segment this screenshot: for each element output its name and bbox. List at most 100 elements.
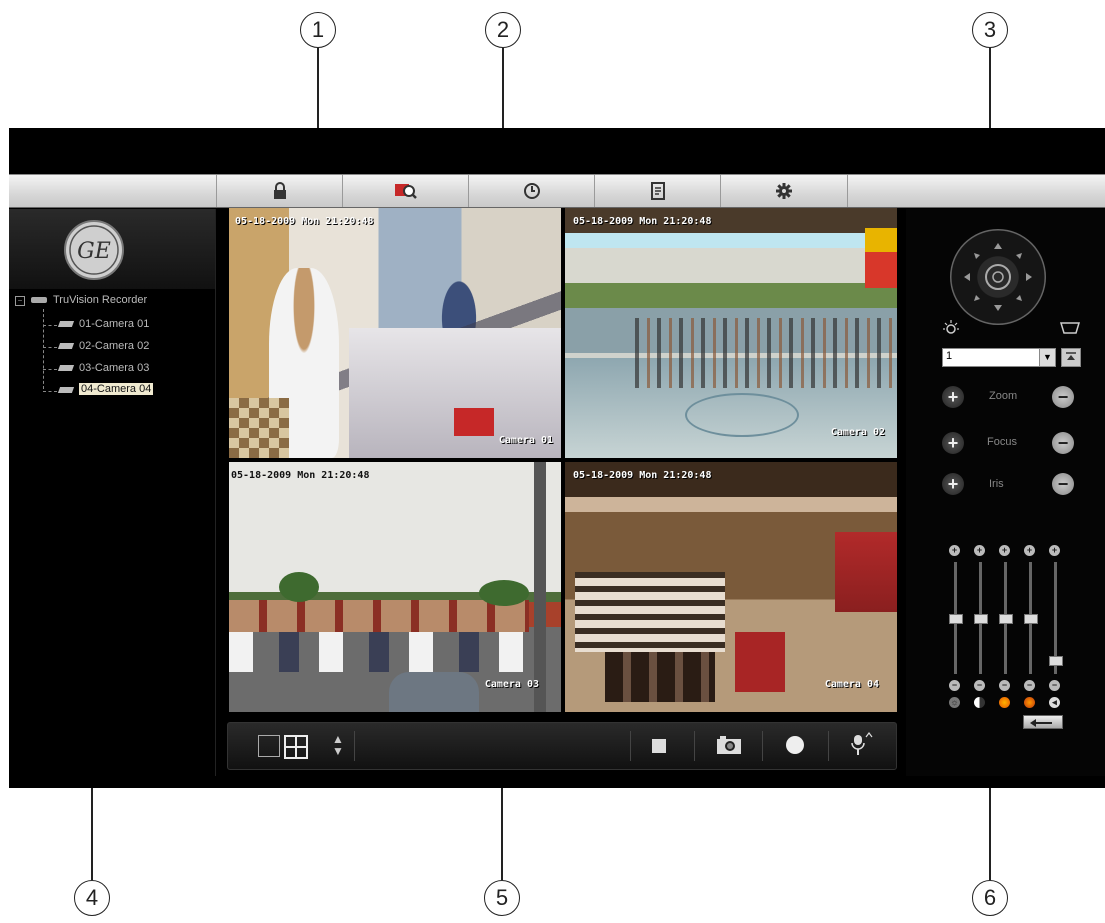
- light-icon[interactable]: [942, 319, 960, 337]
- collapse-icon[interactable]: −: [15, 296, 25, 306]
- divider: [354, 731, 355, 761]
- sort-arrows-icon[interactable]: ▲ ▼: [332, 733, 344, 757]
- floor-circle: [685, 393, 799, 437]
- shelves: [575, 572, 725, 652]
- camera-label-selected: 04-Camera 04: [79, 383, 154, 395]
- chevron-down-icon[interactable]: ▼: [1039, 349, 1055, 366]
- divider: [630, 731, 631, 761]
- slider-1-minus[interactable]: −: [949, 680, 960, 691]
- hue-icon: [1024, 697, 1035, 708]
- schedule-button[interactable]: [468, 175, 595, 207]
- camera-icon: [717, 736, 741, 754]
- slider-1-plus[interactable]: +: [949, 545, 960, 556]
- camera-label: 02-Camera 02: [79, 340, 150, 352]
- zoom-label: Zoom: [989, 390, 1018, 402]
- ptz-direction-pad[interactable]: [950, 229, 1046, 325]
- slider-5-plus[interactable]: +: [1049, 545, 1060, 556]
- tree-branch: [43, 347, 57, 348]
- car-foreground: [389, 672, 479, 712]
- wiper-icon[interactable]: [1060, 321, 1080, 335]
- callout-4: 4: [74, 880, 110, 916]
- slider-4-minus[interactable]: −: [1024, 680, 1035, 691]
- timestamp: 05-18-2009 Mon 21:20:48: [573, 216, 712, 227]
- main-toolbar: [9, 174, 1105, 208]
- slider-3-thumb[interactable]: [999, 614, 1013, 624]
- timestamp: 05-18-2009 Mon 21:20:48: [235, 216, 374, 227]
- ge-logo: GE: [64, 220, 124, 280]
- lock-icon: [274, 182, 286, 199]
- focus-label: Focus: [987, 436, 1017, 448]
- signage: [865, 228, 897, 288]
- camera-tree-panel: GE − TruVision Recorder 01-Camera 01 02-…: [9, 209, 216, 776]
- contrast-icon: [974, 697, 985, 708]
- tree-root-node[interactable]: − TruVision Recorder: [15, 294, 205, 310]
- lock-button[interactable]: [216, 175, 343, 207]
- divider: [828, 731, 829, 761]
- video-tile-camera-4[interactable]: 05-18-2009 Mon 21:20:48 Camera 04: [565, 462, 897, 712]
- red-display: [835, 532, 897, 612]
- record-button[interactable]: [786, 736, 804, 754]
- back-button[interactable]: [1023, 715, 1063, 729]
- tree-item-camera-3[interactable]: 03-Camera 03: [43, 361, 203, 377]
- slider-2-minus[interactable]: −: [974, 680, 985, 691]
- search-playback-button[interactable]: [342, 175, 469, 207]
- slider-4-plus[interactable]: +: [1024, 545, 1035, 556]
- callout-6: 6: [972, 880, 1008, 916]
- brightness-icon: ☼: [949, 697, 960, 708]
- goto-preset-button[interactable]: [1061, 348, 1081, 367]
- pole: [534, 462, 546, 712]
- camera-icon: [57, 321, 75, 327]
- settings-button[interactable]: [720, 175, 848, 207]
- camera-label: 03-Camera 03: [79, 362, 150, 374]
- store-facade: [229, 600, 529, 632]
- tree-branch: [43, 325, 57, 326]
- zoom-out-button[interactable]: −: [1052, 386, 1074, 408]
- timestamp: 05-18-2009 Mon 21:20:48: [231, 470, 370, 481]
- quad-view-button[interactable]: [284, 735, 308, 759]
- cars: [229, 632, 529, 672]
- log-button[interactable]: [594, 175, 721, 207]
- slider-4-thumb[interactable]: [1024, 614, 1038, 624]
- floor-checker: [229, 398, 289, 458]
- focus-far-button[interactable]: −: [1052, 432, 1074, 454]
- video-tile-camera-1[interactable]: 05-18-2009 Mon 21:20:48 Camera 01: [229, 208, 561, 458]
- tree-branch: [43, 391, 57, 392]
- iris-close-button[interactable]: −: [1052, 473, 1074, 495]
- camera-label: Camera 01: [498, 435, 553, 446]
- camera-label: 01-Camera 01: [79, 318, 150, 330]
- recorder-app-window: GE − TruVision Recorder 01-Camera 01 02-…: [9, 128, 1105, 788]
- slider-5-thumb[interactable]: [1049, 655, 1063, 666]
- timestamp: 05-18-2009 Mon 21:20:48: [573, 470, 712, 481]
- focus-near-button[interactable]: +: [942, 432, 964, 454]
- video-tile-camera-3[interactable]: 05-18-2009 Mon 21:20:48 Camera 03: [229, 462, 561, 712]
- iris-open-button[interactable]: +: [942, 473, 964, 495]
- slider-1-thumb[interactable]: [949, 614, 963, 624]
- divider: [762, 731, 763, 761]
- single-view-button[interactable]: [258, 735, 280, 757]
- slider-5-minus[interactable]: −: [1049, 680, 1060, 691]
- camera-label: Camera 03: [484, 679, 539, 690]
- slider-3-minus[interactable]: −: [999, 680, 1010, 691]
- tree-item-camera-4[interactable]: 04-Camera 04: [43, 383, 203, 399]
- tree-item-camera-1[interactable]: 01-Camera 01: [43, 317, 203, 333]
- arrow-left-icon: [1030, 719, 1052, 727]
- slider-2-plus[interactable]: +: [974, 545, 985, 556]
- video-grid: 05-18-2009 Mon 21:20:48 Camera 01 05-18-…: [229, 208, 897, 712]
- slider-3-plus[interactable]: +: [999, 545, 1010, 556]
- camera-label: Camera 02: [830, 427, 885, 438]
- dvr-icon: [31, 297, 47, 303]
- tree-item-camera-2[interactable]: 02-Camera 02: [43, 339, 203, 355]
- callout-2: 2: [485, 12, 521, 48]
- microphone-icon: [851, 732, 873, 755]
- snapshot-button[interactable]: [716, 735, 742, 755]
- video-tile-camera-2[interactable]: 05-18-2009 Mon 21:20:48 Camera 02: [565, 208, 897, 458]
- zoom-in-button[interactable]: +: [942, 386, 964, 408]
- callout-5: 5: [484, 880, 520, 916]
- slider-2-thumb[interactable]: [974, 614, 988, 624]
- goto-preset-icon: [1066, 352, 1076, 360]
- red-counter: [735, 632, 785, 692]
- audio-button[interactable]: [850, 731, 874, 759]
- camera-icon: [57, 365, 75, 371]
- preset-select[interactable]: 1 ▼: [942, 348, 1056, 367]
- stop-button[interactable]: [652, 739, 666, 753]
